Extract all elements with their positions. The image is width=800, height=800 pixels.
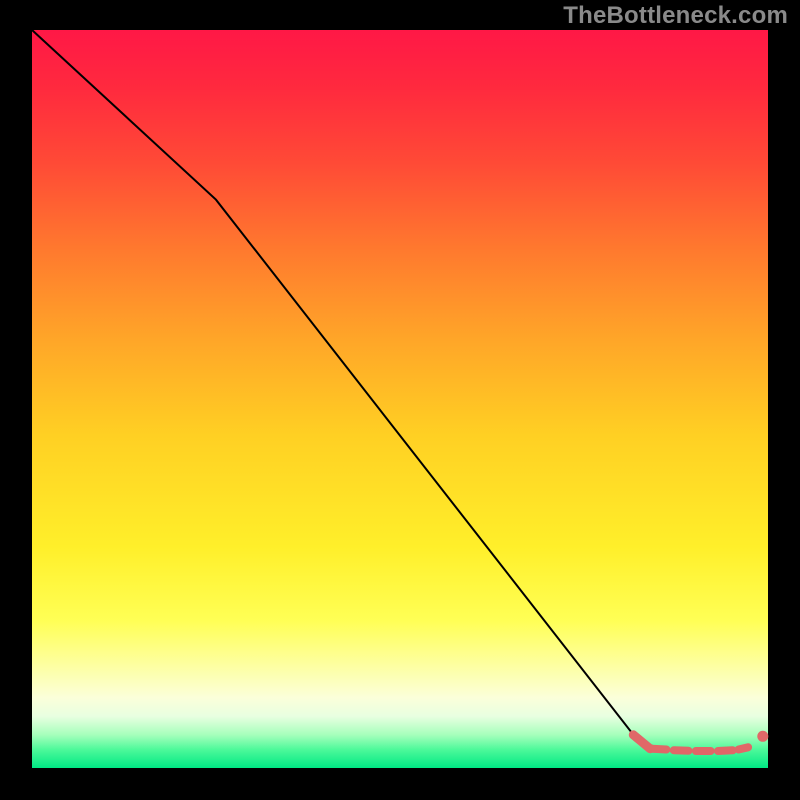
curve-dash-0 — [652, 749, 667, 750]
watermark-label: TheBottleneck.com — [563, 2, 788, 30]
curve-dash-4 — [739, 747, 749, 749]
end-dot — [757, 731, 768, 742]
chart-frame: TheBottleneck.com — [0, 0, 800, 800]
bottleneck-chart — [0, 0, 800, 800]
plot-area — [32, 30, 768, 768]
curve-dash-3 — [718, 750, 733, 751]
